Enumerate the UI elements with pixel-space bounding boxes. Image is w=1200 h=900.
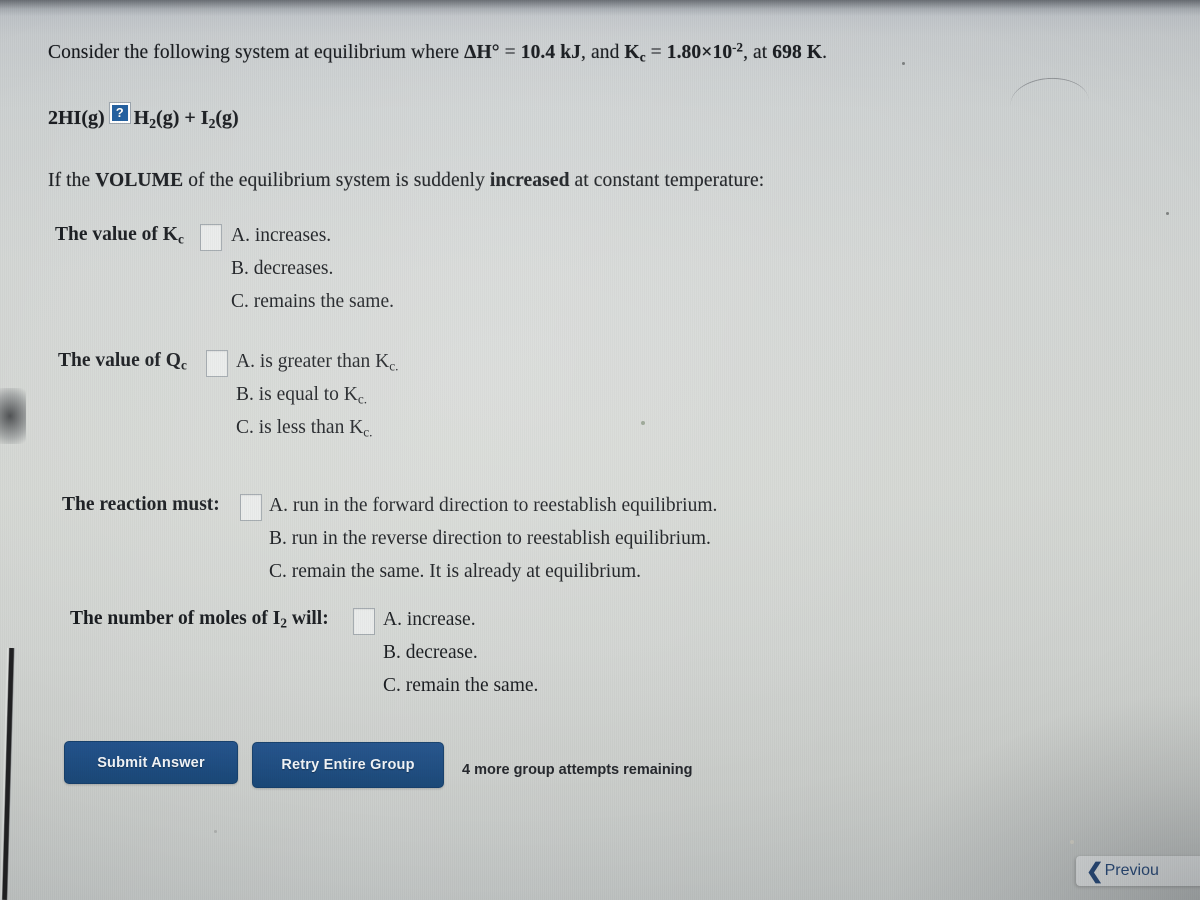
question-label-qc: The value of Qc (58, 350, 187, 373)
kc-symbol: Kc (624, 42, 646, 65)
answer-input-moles[interactable] (353, 608, 375, 635)
retry-entire-group-label: Retry Entire Group (281, 757, 415, 773)
attempts-remaining-text: 4 more group attempts remaining (462, 762, 693, 778)
equation-product-2: I2(g) (200, 107, 239, 131)
choice-qc-a[interactable]: A. is greater than Kc. (236, 351, 398, 373)
choice-qc-c[interactable]: C. is less than Kc. (236, 417, 373, 439)
condition-keyword-increased: increased (489, 170, 570, 191)
condition-keyword-volume: VOLUME (95, 170, 184, 191)
kc-exponent: -2 (732, 40, 744, 55)
broken-image-question-mark: ? (111, 105, 128, 121)
condition-suffix: at constant temperature: (569, 170, 765, 191)
submit-answer-button[interactable]: Submit Answer (64, 741, 238, 784)
choice-moles-b[interactable]: B. decrease. (383, 642, 478, 664)
kc-value: 1.80×10-2 (666, 40, 744, 63)
delta-h-symbol: ΔH° (464, 42, 500, 63)
question-label-moles: The number of moles of I2 will: (70, 608, 329, 631)
delta-h-value: 10.4 kJ (520, 42, 582, 63)
answer-input-qc[interactable] (206, 350, 228, 377)
chevron-left-icon: ❮ (1086, 859, 1104, 883)
answer-input-reaction[interactable] (240, 494, 262, 521)
condition-prefix: If the (48, 170, 96, 191)
previous-button-label: Previou (1104, 862, 1159, 879)
delta-h-equals: = (499, 42, 521, 63)
broken-image-icon[interactable]: ? (108, 102, 131, 124)
choice-reaction-c[interactable]: C. remain the same. It is already at equ… (269, 561, 641, 583)
answer-input-kc[interactable] (200, 224, 222, 251)
choice-reaction-b[interactable]: B. run in the reverse direction to reest… (269, 528, 711, 550)
intro-end-text: . (822, 42, 828, 63)
intro-suffix-text: , at (743, 42, 773, 63)
question-label-kc: The value of Kc (55, 224, 184, 247)
intro-mid-text: , and (581, 42, 625, 63)
choice-moles-c[interactable]: C. remain the same. (383, 675, 538, 697)
choice-reaction-a[interactable]: A. run in the forward direction to reest… (269, 495, 717, 517)
choice-qc-b[interactable]: B. is equal to Kc. (236, 384, 367, 406)
question-label-reaction: The reaction must: (62, 494, 220, 515)
equation-reactant: 2HI(g) (48, 107, 105, 129)
question-page: Consider the following system at equilib… (0, 0, 1200, 900)
retry-entire-group-button[interactable]: Retry Entire Group (252, 742, 444, 788)
choice-kc-a[interactable]: A. increases. (231, 225, 331, 247)
photographed-screen: Consider the following system at equilib… (0, 0, 1200, 900)
condition-mid: of the equilibrium system is suddenly (183, 170, 490, 191)
temperature-value: 698 K (772, 42, 823, 63)
submit-answer-label: Submit Answer (97, 754, 205, 771)
choice-kc-c[interactable]: C. remains the same. (231, 291, 394, 313)
problem-intro: Consider the following system at equilib… (48, 40, 828, 65)
condition-statement: If the VOLUME of the equilibrium system … (48, 170, 764, 192)
choice-moles-a[interactable]: A. increase. (383, 609, 476, 631)
choice-kc-b[interactable]: B. decreases. (231, 258, 333, 280)
previous-button[interactable]: ❮ Previou (1076, 856, 1200, 886)
equation-product-1: H2(g) (133, 107, 180, 131)
chemical-equation: 2HI(g)? H2(g) + I2(g) (48, 102, 239, 131)
equation-plus: + (179, 107, 201, 129)
intro-prefix-text: Consider the following system at equilib… (48, 42, 465, 63)
kc-equals: = (645, 42, 667, 63)
